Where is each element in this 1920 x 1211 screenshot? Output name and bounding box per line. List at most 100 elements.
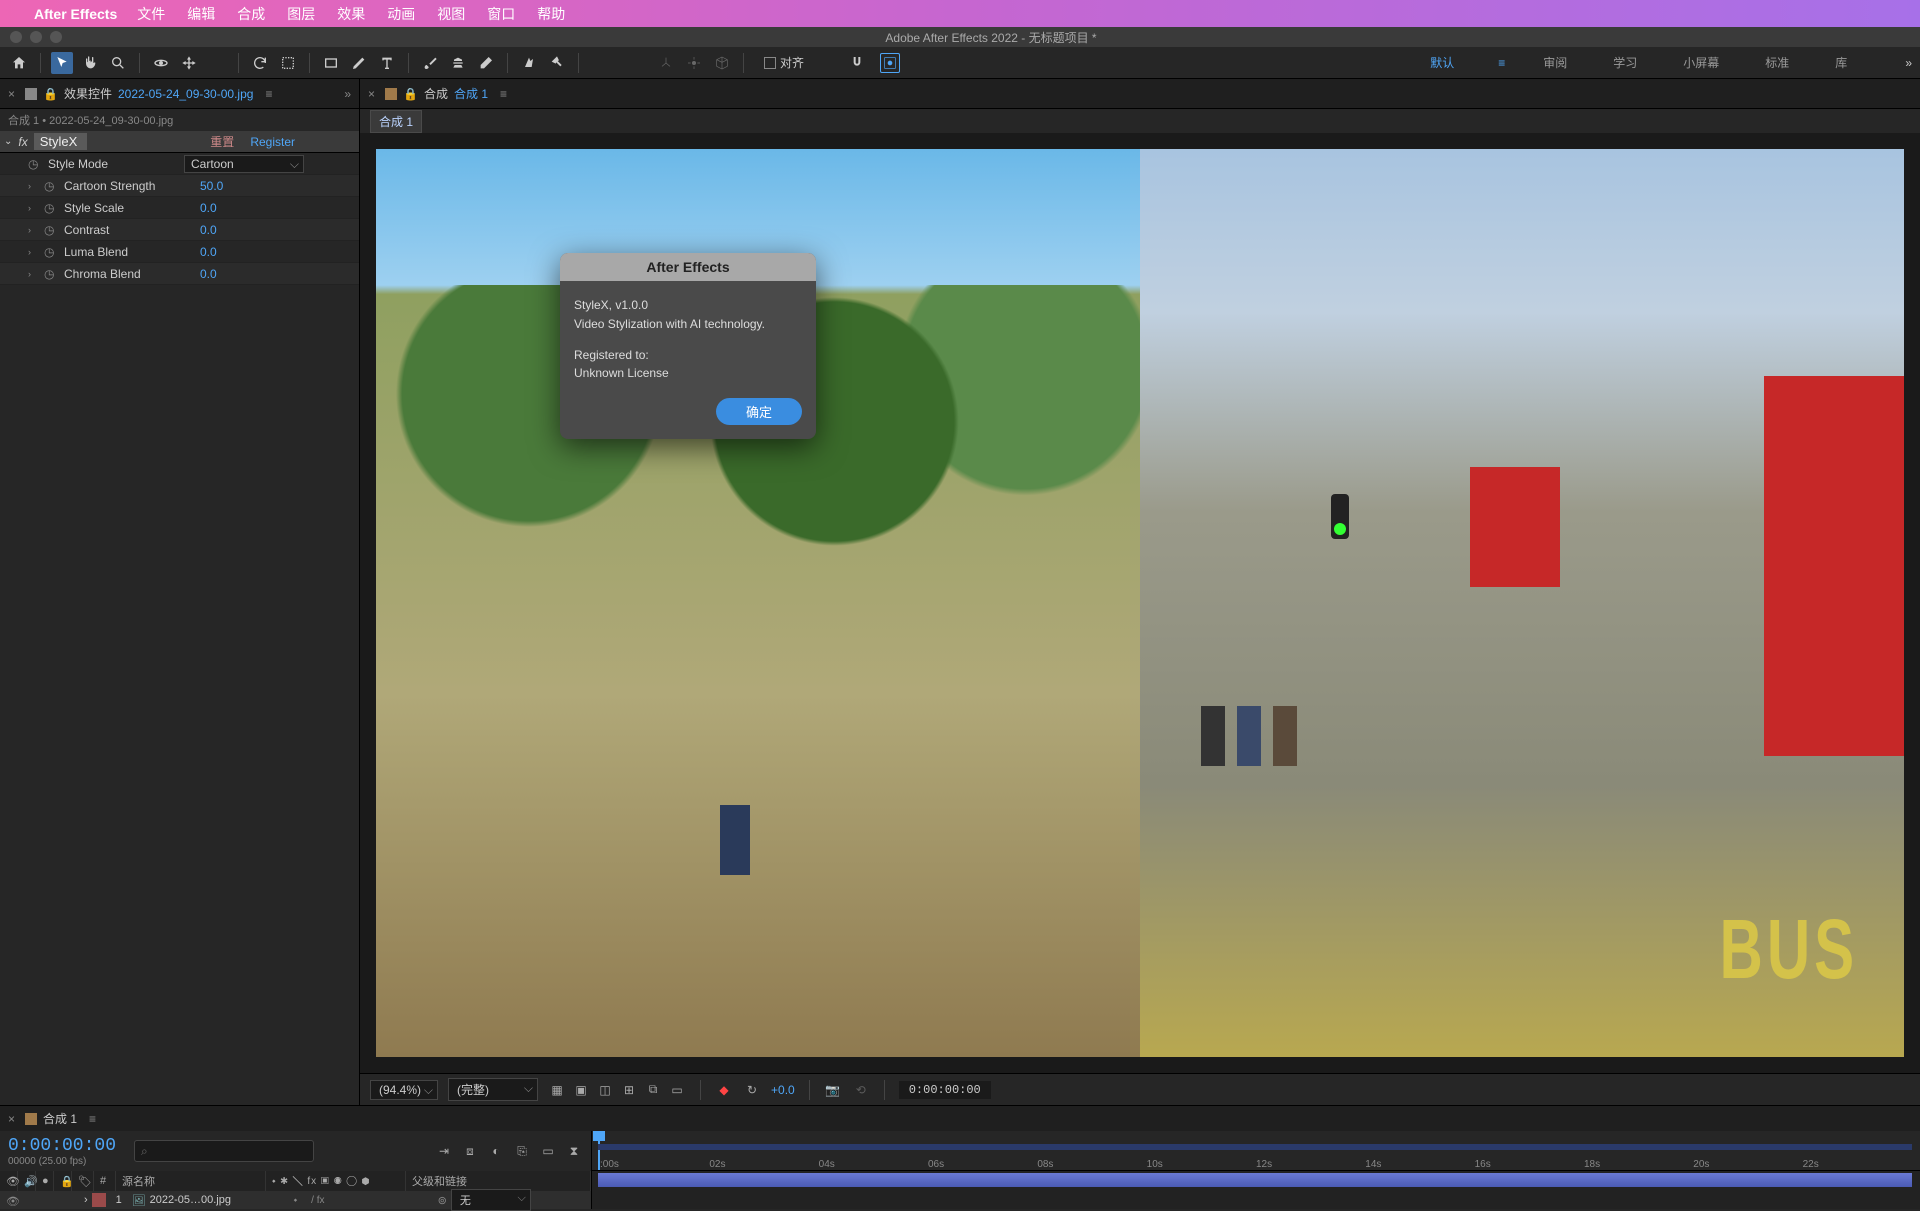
timeline-search-input[interactable]: ⌕ bbox=[134, 1140, 314, 1162]
prop-value[interactable]: 0.0 bbox=[200, 267, 217, 281]
ws-default[interactable]: 默认 bbox=[1422, 50, 1462, 75]
col-label-icon[interactable]: 🏷 bbox=[72, 1171, 94, 1191]
pan-behind-tool[interactable] bbox=[178, 52, 200, 74]
col-solo-icon[interactable]: ● bbox=[36, 1171, 54, 1191]
ws-learn[interactable]: 学习 bbox=[1605, 50, 1645, 75]
stopwatch-icon[interactable]: ◷ bbox=[44, 267, 58, 281]
twirl-down-icon[interactable]: ⌄ bbox=[4, 136, 12, 147]
anchor-tool[interactable] bbox=[206, 52, 228, 74]
orbit-tool[interactable] bbox=[150, 52, 172, 74]
fx-register-link[interactable]: Register bbox=[250, 135, 295, 149]
app-name[interactable]: After Effects bbox=[34, 6, 117, 22]
layer-color-swatch[interactable] bbox=[92, 1193, 106, 1207]
ws-standard[interactable]: 标准 bbox=[1757, 50, 1797, 75]
exposure-value[interactable]: +0.0 bbox=[771, 1083, 795, 1097]
flowchart-item[interactable]: 合成 1 bbox=[370, 110, 422, 133]
eraser-tool[interactable] bbox=[475, 52, 497, 74]
timeline-ruler[interactable]: :00s 02s 04s 06s 08s 10s 12s 14s 16s 18s… bbox=[592, 1131, 1920, 1171]
prop-value[interactable]: 0.0 bbox=[200, 201, 217, 215]
resolution-dropdown[interactable]: (完整) bbox=[448, 1078, 538, 1101]
comp-tab-close-icon[interactable]: × bbox=[368, 87, 375, 101]
snap-to-grid-button[interactable] bbox=[880, 53, 900, 73]
twirl-icon[interactable]: › bbox=[28, 247, 38, 257]
home-button[interactable] bbox=[8, 52, 30, 74]
mask-tool[interactable] bbox=[277, 52, 299, 74]
parent-pickwhip-icon[interactable]: ⊚ bbox=[438, 1194, 447, 1207]
panel-menu-icon[interactable]: ≡ bbox=[89, 1112, 96, 1126]
prop-value[interactable]: 50.0 bbox=[200, 179, 223, 193]
style-mode-dropdown[interactable]: Cartoon bbox=[184, 155, 304, 173]
menu-help[interactable]: 帮助 bbox=[537, 4, 565, 24]
menu-file[interactable]: 文件 bbox=[137, 4, 165, 24]
layer-visibility-toggle[interactable]: 👁 bbox=[6, 1195, 17, 1206]
menu-anim[interactable]: 动画 bbox=[387, 4, 415, 24]
timeline-track-area[interactable] bbox=[592, 1171, 1920, 1209]
channel-icon[interactable]: ▭ bbox=[668, 1081, 686, 1099]
rotation-tool[interactable] bbox=[249, 52, 271, 74]
parent-dropdown[interactable]: 无 bbox=[451, 1189, 531, 1211]
align-checkbox[interactable]: 对齐 bbox=[764, 54, 804, 71]
layer-duration-bar[interactable] bbox=[598, 1173, 1912, 1187]
traffic-zoom-icon[interactable] bbox=[50, 31, 62, 43]
zoom-dropdown[interactable]: (94.4%) bbox=[370, 1080, 438, 1100]
selection-tool[interactable] bbox=[51, 52, 73, 74]
zoom-tool[interactable] bbox=[107, 52, 129, 74]
panel-overflow-icon[interactable]: » bbox=[344, 87, 351, 101]
snapping-icon[interactable] bbox=[846, 52, 868, 74]
panel-tab-label[interactable]: 效果控件 bbox=[64, 85, 112, 102]
fx-reset-button[interactable]: 重置 bbox=[210, 133, 234, 150]
frame-blend-icon[interactable]: ⧈ bbox=[461, 1142, 479, 1160]
brush-tool[interactable] bbox=[419, 52, 441, 74]
prop-value[interactable]: 0.0 bbox=[200, 245, 217, 259]
preview-timecode[interactable]: 0:00:00:00 bbox=[899, 1081, 991, 1099]
safe-zones-icon[interactable]: ◫ bbox=[596, 1081, 614, 1099]
ws-small[interactable]: 小屏幕 bbox=[1675, 50, 1727, 75]
stopwatch-icon[interactable]: ◷ bbox=[44, 201, 58, 215]
prop-value[interactable]: 0.0 bbox=[200, 223, 217, 237]
dialog-ok-button[interactable]: 确定 bbox=[716, 398, 802, 425]
timeline-tab-close-icon[interactable]: × bbox=[8, 1112, 15, 1126]
twirl-icon[interactable]: › bbox=[28, 269, 38, 279]
render-time-icon[interactable]: ⧗ bbox=[565, 1142, 583, 1160]
hand-tool[interactable] bbox=[79, 52, 101, 74]
menu-effect[interactable]: 效果 bbox=[337, 4, 365, 24]
ws-review[interactable]: 审阅 bbox=[1535, 50, 1575, 75]
layer-switches[interactable]: ⬩ / fx bbox=[294, 1195, 434, 1206]
stopwatch-icon[interactable]: ◷ bbox=[44, 245, 58, 259]
shy-toggle-icon[interactable]: ⇥ bbox=[435, 1142, 453, 1160]
col-lock-icon[interactable]: 🔒 bbox=[54, 1171, 72, 1191]
panel-tab-file[interactable]: 2022-05-24_09-30-00.jpg bbox=[118, 87, 253, 101]
panel-menu-icon[interactable]: ≡ bbox=[500, 87, 507, 101]
col-visibility-icon[interactable]: 👁 bbox=[0, 1171, 18, 1191]
composition-viewer[interactable]: BUS After Effects StyleX, v1.0.0 Video S… bbox=[360, 133, 1920, 1073]
stopwatch-icon[interactable]: ◷ bbox=[44, 179, 58, 193]
stopwatch-icon[interactable]: ◷ bbox=[44, 223, 58, 237]
color-mgmt-icon[interactable]: ◆ bbox=[715, 1081, 733, 1099]
snapshot-icon[interactable]: 📷 bbox=[824, 1081, 842, 1099]
grid-icon[interactable]: ⊞ bbox=[620, 1081, 638, 1099]
guides-icon[interactable]: ⧉ bbox=[644, 1081, 662, 1099]
twirl-icon[interactable]: › bbox=[28, 181, 38, 191]
panel-menu-icon[interactable]: ≡ bbox=[265, 87, 272, 101]
clone-stamp-tool[interactable] bbox=[447, 52, 469, 74]
timeline-tab-name[interactable]: 合成 1 bbox=[43, 1110, 77, 1127]
ws-menu-icon[interactable]: ≡ bbox=[1498, 56, 1505, 70]
menu-view[interactable]: 视图 bbox=[437, 4, 465, 24]
menu-layer[interactable]: 图层 bbox=[287, 4, 315, 24]
roto-brush-tool[interactable] bbox=[518, 52, 540, 74]
col-source-header[interactable]: 源名称 bbox=[116, 1171, 266, 1191]
menu-window[interactable]: 窗口 bbox=[487, 4, 515, 24]
ws-overflow-icon[interactable]: » bbox=[1905, 56, 1912, 70]
menu-edit[interactable]: 编辑 bbox=[187, 4, 215, 24]
layer-audio-toggle[interactable] bbox=[19, 1195, 30, 1206]
reset-exposure-icon[interactable]: ↻ bbox=[743, 1081, 761, 1099]
draft3d-icon[interactable]: ▭ bbox=[539, 1142, 557, 1160]
timeline-timecode[interactable]: 0:00:00:00 bbox=[8, 1136, 116, 1156]
traffic-minimize-icon[interactable] bbox=[30, 31, 42, 43]
pen-tool[interactable] bbox=[348, 52, 370, 74]
layer-solo-toggle[interactable] bbox=[32, 1195, 43, 1206]
mask-toggle-icon[interactable]: ▣ bbox=[572, 1081, 590, 1099]
motion-blur-icon[interactable]: ◐ bbox=[487, 1142, 505, 1160]
traffic-close-icon[interactable] bbox=[10, 31, 22, 43]
ws-library[interactable]: 库 bbox=[1827, 50, 1855, 75]
